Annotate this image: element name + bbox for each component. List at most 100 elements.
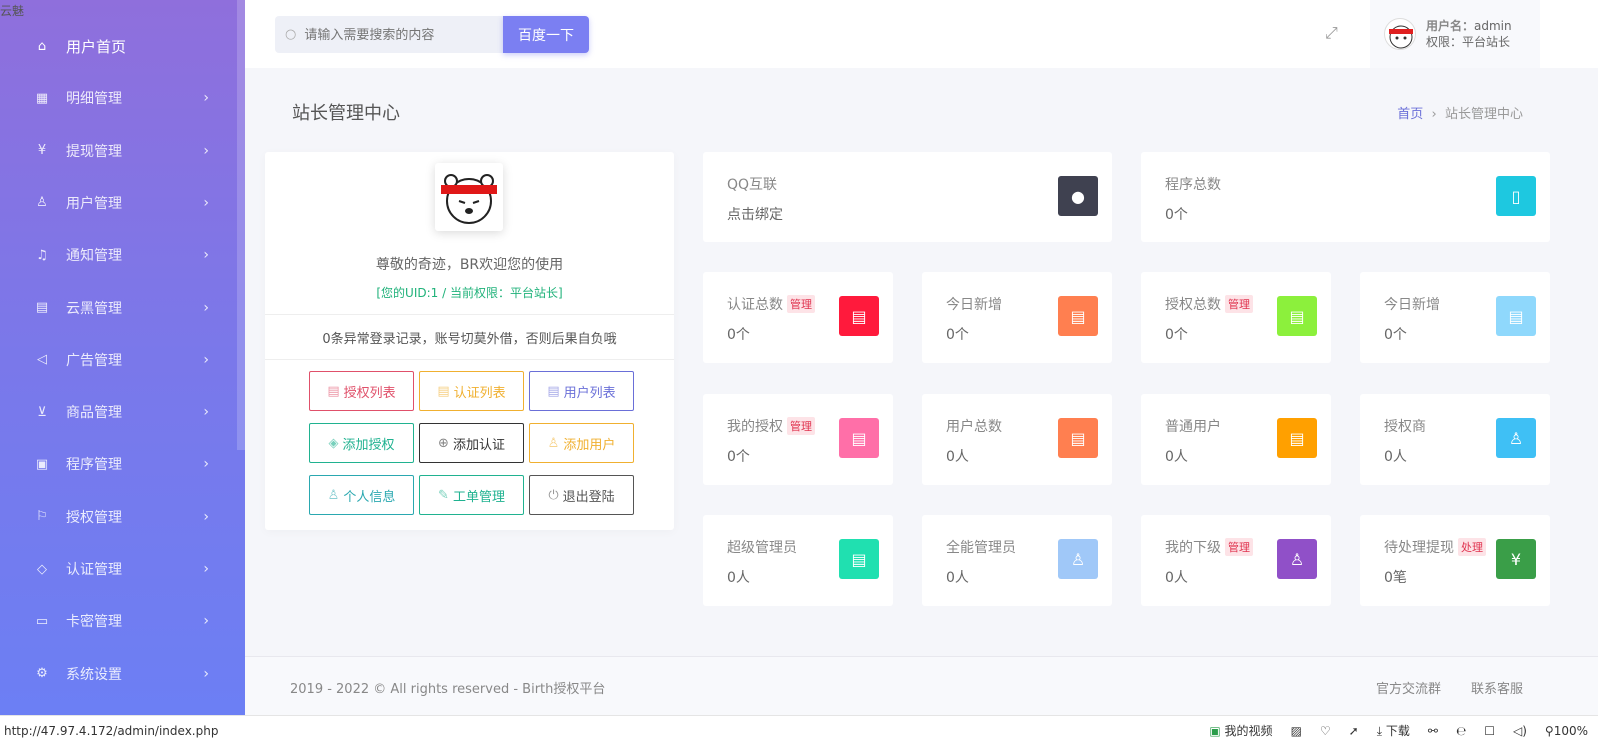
stat-card[interactable]: 我的授权 管理 0个 ▤ (703, 394, 893, 485)
stat-card[interactable]: 待处理提现 处理 0笔 ¥ (1360, 515, 1550, 606)
stat-label: 待处理提现 (1384, 540, 1454, 556)
sidebar-item[interactable]: ▤ 云黑管理 › (0, 282, 237, 334)
volume-icon[interactable]: ◁) (1513, 724, 1527, 738)
footer-link-support[interactable]: 联系客服 (1471, 678, 1523, 697)
stat-tag[interactable]: 管理 (787, 417, 815, 435)
profile-action-button[interactable]: ⊕ 添加认证 (419, 423, 524, 463)
stat-icon: ▤ (1058, 418, 1098, 458)
stat-card[interactable]: 授权商 0人 ♙ (1360, 394, 1550, 485)
download-button[interactable]: ⤓ 下载 (1377, 722, 1410, 739)
stat-label: 授权商 (1384, 419, 1426, 435)
sidebar-item[interactable]: ¥ 提现管理 › (0, 125, 237, 177)
zoom-icon: ⚲ (1544, 723, 1554, 738)
stat-label: 授权总数 (1165, 297, 1221, 313)
sidebar-item[interactable]: ♫ 通知管理 › (0, 229, 237, 281)
profile-action-button[interactable]: ▤ 授权列表 (309, 371, 414, 411)
stat-value: 0人 (946, 449, 969, 465)
sidebar-item[interactable]: ⊻ 商品管理 › (0, 386, 237, 438)
stat-icon: ♙ (1496, 418, 1536, 458)
sidebar-item[interactable]: ⌂ 用户首页 (0, 20, 237, 72)
shield-icon: ◇ (37, 561, 47, 577)
profile-action-button[interactable]: ♙ 添加用户 (529, 423, 634, 463)
profile-action-button[interactable]: ⏻ 退出登陆 (529, 475, 634, 515)
sidebar-item[interactable]: ♙ 用户管理 › (0, 177, 237, 229)
stat-value: 0个 (727, 449, 750, 465)
zoom-control[interactable]: ⚲100% (1545, 724, 1588, 738)
watermark: 云魅 (0, 4, 25, 18)
stat-value: 0个 (1165, 327, 1188, 343)
stat-card[interactable]: 今日新增 0个 ▤ (922, 272, 1112, 363)
stat-card[interactable]: 普通用户 0人 ▤ (1141, 394, 1331, 485)
sidebar-item[interactable]: ▣ 程序管理 › (0, 438, 237, 490)
profile-action-button[interactable]: ▤ 用户列表 (529, 371, 634, 411)
stat-value: 0个 (727, 327, 750, 343)
stat-label: QQ互联 (727, 177, 778, 193)
stat-icon: ▤ (839, 418, 879, 458)
breadcrumb-current: 站长管理中心 (1444, 107, 1523, 122)
chevron-right-icon: › (203, 351, 209, 368)
uid-text: [您的UID:1 / 当前权限：平台站长] (376, 286, 563, 300)
sidebar-item-label: 用户管理 (66, 195, 122, 212)
sidebar-item[interactable]: ▦ 明细管理 › (0, 72, 237, 124)
chevron-right-icon: › (203, 142, 209, 159)
breadcrumb-home[interactable]: 首页 (1397, 107, 1423, 122)
button-icon: ▤ (547, 383, 560, 399)
stat-value: 0人 (727, 570, 750, 586)
button-icon: ⏻ (548, 487, 559, 503)
sidebar-scrollbar[interactable] (237, 0, 245, 450)
stat-card[interactable]: 认证总数 管理 0个 ▤ (703, 272, 893, 363)
stat-tag[interactable]: 管理 (1225, 538, 1253, 556)
ie-icon[interactable]: ℮ (1456, 724, 1466, 738)
bell-icon: ♫ (36, 247, 48, 263)
footer-link-group[interactable]: 官方交流群 (1376, 678, 1441, 697)
stat-tag[interactable]: 处理 (1458, 538, 1486, 556)
my-video-button[interactable]: ▣ 我的视频 (1209, 722, 1272, 739)
sidebar-item-label: 明细管理 (66, 91, 122, 108)
sidebar-item[interactable]: ⚐ 授权管理 › (0, 491, 237, 543)
stat-tag[interactable]: 管理 (787, 295, 815, 313)
sidebar-item[interactable]: ⚙ 系统设置 › (0, 648, 237, 700)
stat-card[interactable]: 我的下级 管理 0人 ♙ (1141, 515, 1331, 606)
chevron-right-icon: › (203, 456, 209, 473)
stat-card[interactable]: 用户总数 0人 ▤ (922, 394, 1112, 485)
rocket-icon[interactable]: ➚ (1349, 724, 1359, 738)
sidebar-item-label: 系统设置 (66, 666, 122, 683)
user-info[interactable]: 用户名：admin 权限：平台站长 (1370, 0, 1540, 68)
stat-card[interactable]: 全能管理员 0人 ♙ (922, 515, 1112, 606)
apps-icon: ▣ (35, 456, 49, 472)
stat-card[interactable]: 授权总数 管理 0个 ▤ (1141, 272, 1331, 363)
sidebar-item[interactable]: ◁ 广告管理 › (0, 334, 237, 386)
profile-action-button[interactable]: ♙ 个人信息 (309, 475, 414, 515)
stat-label: 今日新增 (1384, 297, 1440, 313)
stat-label: 我的授权 (727, 419, 783, 435)
heart-icon[interactable]: ♡ (1320, 724, 1331, 738)
stat-label: 我的下级 (1165, 540, 1221, 556)
stat-card[interactable]: 程序总数 0个 ▯ (1141, 152, 1550, 242)
button-label: 用户列表 (563, 385, 616, 401)
stat-tag[interactable]: 管理 (1225, 295, 1253, 313)
button-icon: ▤ (437, 383, 450, 399)
profile-action-button[interactable]: ▤ 认证列表 (419, 371, 524, 411)
profile-action-button[interactable]: ◈ 添加授权 (309, 423, 414, 463)
glasses-icon[interactable]: ⚯ (1428, 724, 1438, 738)
sidebar-item[interactable]: ▭ 卡密管理 › (0, 595, 237, 647)
stat-icon: ▤ (1277, 418, 1317, 458)
sidebar-item-label: 授权管理 (66, 509, 122, 526)
window-icon[interactable]: ☐ (1484, 724, 1495, 738)
sidebar-item[interactable]: ◇ 认证管理 › (0, 543, 237, 595)
image-icon[interactable]: ▨ (1291, 724, 1302, 738)
stat-card[interactable]: 今日新增 0个 ▤ (1360, 272, 1550, 363)
username-label: 用户名： (1426, 19, 1475, 33)
stat-card[interactable]: QQ互联 点击绑定 ● (703, 152, 1112, 242)
table-icon: ▦ (35, 90, 49, 106)
browser-statusbar: http://47.97.4.172/admin/index.php ▣ 我的视… (0, 715, 1598, 755)
profile-avatar (435, 163, 503, 231)
stat-card[interactable]: 超级管理员 0人 ▤ (703, 515, 893, 606)
chevron-right-icon: › (203, 90, 209, 107)
fullscreen-icon[interactable]: ⤢ (1325, 23, 1338, 43)
profile-action-button[interactable]: ✎ 工单管理 (419, 475, 524, 515)
search-input[interactable] (304, 27, 485, 42)
search-button[interactable]: 百度一下 (503, 16, 589, 53)
page-title: 站长管理中心 (292, 103, 400, 124)
download-label: 下载 (1385, 724, 1410, 738)
